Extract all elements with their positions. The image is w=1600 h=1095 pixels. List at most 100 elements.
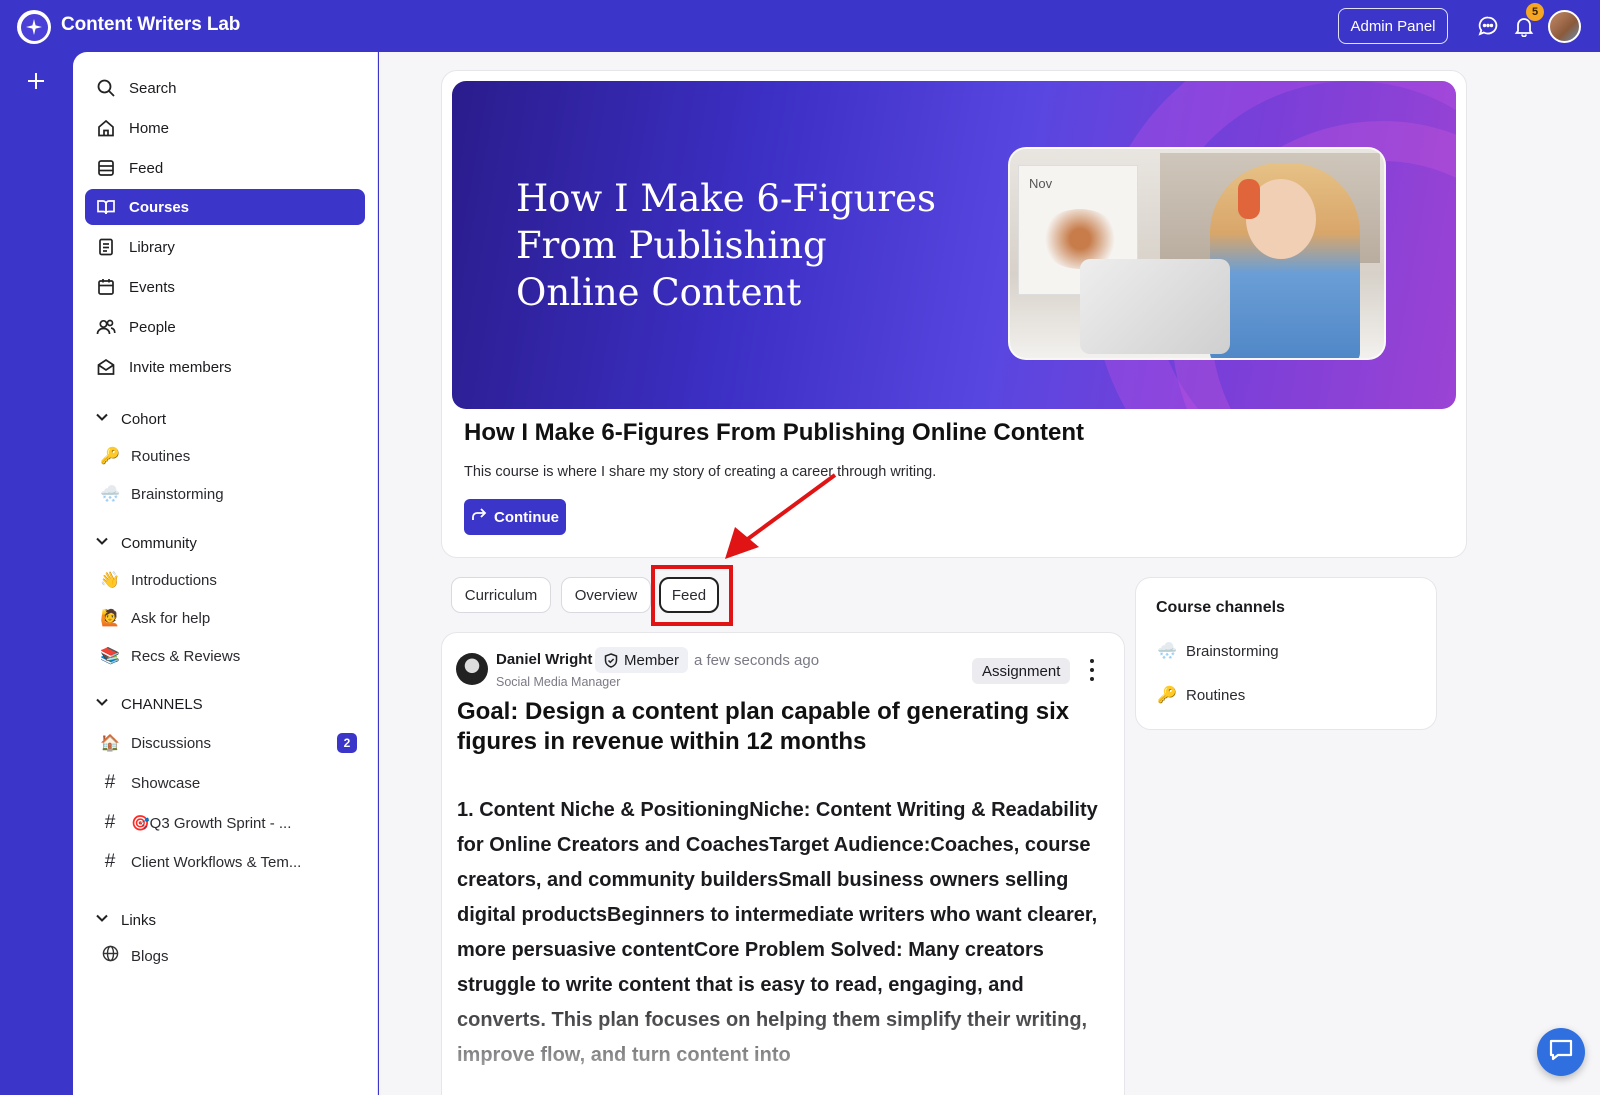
sidebar-item-label: Blogs (131, 947, 169, 965)
section-title: Links (121, 911, 157, 929)
course-channel-routines[interactable]: 🔑 Routines (1156, 682, 1245, 708)
sidebar-item-label: Search (129, 79, 177, 97)
sidebar-item-label: Client Workflows & Tem... (131, 853, 302, 871)
calendar-icon (95, 276, 117, 298)
sidebar-item-label: Ask for help (131, 609, 211, 627)
feed-icon (95, 157, 117, 179)
calendar-month-label: Nov (1029, 176, 1053, 191)
raised-hand-icon: 🙋 (100, 610, 120, 627)
sidebar-item-feed[interactable]: Feed (85, 150, 365, 186)
sidebar-item-invite-members[interactable]: Invite members (85, 349, 365, 385)
section-cohort-toggle[interactable]: Cohort (95, 410, 166, 428)
course-channel-brainstorming[interactable]: 🌨️ Brainstorming (1156, 638, 1279, 664)
sidebar-item-label: Routines (131, 447, 191, 465)
chevron-down-icon (95, 695, 111, 713)
post-timestamp: a few seconds ago (694, 652, 820, 669)
course-description: This course is where I share my story of… (464, 464, 937, 480)
sidebar-item-label: Recs & Reviews (131, 647, 241, 665)
forward-arrow-icon (471, 508, 487, 526)
sidebar-item-events[interactable]: Events (85, 269, 365, 305)
post-title: Goal: Design a content plan capable of g… (457, 698, 1070, 755)
continue-button[interactable]: Continue (464, 499, 566, 535)
top-bar: Content Writers Lab Admin Panel 5 (0, 0, 1600, 52)
chevron-down-icon (95, 911, 111, 929)
sidebar-item-search[interactable]: Search (85, 70, 365, 106)
key-icon: 🔑 (100, 448, 120, 465)
mail-icon (95, 356, 117, 378)
sidebar-item-recs-reviews[interactable]: 📚 Recs & Reviews (99, 641, 369, 671)
content-fade-overlay (442, 993, 1124, 1095)
channel-label: Brainstorming (1186, 642, 1279, 660)
annotation-arrow (725, 473, 837, 559)
sidebar-item-label: Feed (129, 159, 164, 177)
library-icon (95, 236, 117, 258)
add-icon[interactable] (24, 70, 48, 94)
sidebar-item-client-workflows[interactable]: # Client Workflows & Tem... (99, 847, 369, 877)
sidebar-item-showcase[interactable]: # Showcase (99, 768, 369, 798)
section-community-toggle[interactable]: Community (95, 534, 197, 552)
app-title[interactable]: Content Writers Lab (61, 14, 240, 36)
chat-bubble-icon (1548, 1038, 1574, 1067)
tab-overview[interactable]: Overview (561, 577, 651, 613)
sidebar-item-label: Events (129, 278, 175, 296)
banner-photo: Nov (1008, 147, 1386, 360)
books-icon: 📚 (100, 648, 120, 665)
course-hero-card: How I Make 6-Figures From Publishing Onl… (441, 70, 1467, 558)
section-channels-toggle[interactable]: CHANNELS (95, 695, 203, 713)
cloud-snow-icon: 🌨️ (100, 486, 120, 503)
sidebar-item-home[interactable]: Home (85, 110, 365, 146)
course-channels-card: Course channels 🌨️ Brainstorming 🔑 Routi… (1135, 577, 1437, 730)
sidebar-item-courses[interactable]: Courses (85, 189, 365, 225)
member-label: Member (624, 651, 680, 669)
main-content: How I Make 6-Figures From Publishing Onl… (379, 52, 1600, 1095)
annotation-highlight-box (651, 565, 733, 626)
section-title: Cohort (121, 410, 167, 428)
course-title: How I Make 6-Figures From Publishing Onl… (464, 419, 1085, 446)
chat-icon[interactable] (1476, 14, 1500, 38)
wave-icon: 👋 (100, 572, 120, 589)
notification-count-badge: 5 (1526, 3, 1544, 21)
course-banner: How I Make 6-Figures From Publishing Onl… (452, 81, 1456, 409)
home-icon (95, 117, 117, 139)
section-links-toggle[interactable]: Links (95, 911, 156, 929)
user-avatar[interactable] (1548, 10, 1581, 43)
sidebar-item-label: Introductions (131, 571, 217, 589)
laptop-icon (1080, 259, 1230, 354)
banner-title: How I Make 6-Figures From Publishing Onl… (516, 177, 937, 314)
sidebar-item-q3-growth-sprint[interactable]: # 🎯Q3 Growth Sprint - ... (99, 808, 369, 838)
assignment-tag: Assignment (972, 658, 1071, 684)
tab-curriculum[interactable]: Curriculum (451, 577, 551, 613)
sidebar-item-label: Home (129, 119, 170, 137)
support-chat-button[interactable] (1537, 1028, 1585, 1076)
sidebar-item-label: Brainstorming (131, 485, 224, 503)
unread-count-badge: 2 (337, 733, 357, 753)
app-logo[interactable] (17, 10, 51, 44)
sidebar-item-library[interactable]: Library (85, 229, 365, 265)
sidebar-item-label: People (129, 318, 176, 336)
sidebar-item-label: Invite members (129, 358, 232, 376)
sidebar: Search Home Feed Courses Library Events … (73, 52, 378, 1095)
globe-icon (99, 945, 121, 967)
author-avatar[interactable] (456, 653, 488, 685)
post-author[interactable]: Daniel Wright (496, 651, 592, 668)
chevron-down-icon (95, 534, 111, 552)
sidebar-item-blogs[interactable]: Blogs (99, 941, 369, 971)
sidebar-item-discussions[interactable]: 🏠 Discussions (99, 728, 369, 758)
section-title: Community (121, 534, 197, 552)
admin-panel-button[interactable]: Admin Panel (1338, 8, 1448, 44)
sidebar-item-brainstorming[interactable]: 🌨️ Brainstorming (99, 479, 369, 509)
sidebar-item-introductions[interactable]: 👋 Introductions (99, 565, 369, 595)
sidebar-item-routines[interactable]: 🔑 Routines (99, 441, 369, 471)
house-icon: 🏠 (100, 735, 120, 752)
sparkle-icon (20, 13, 48, 41)
member-badge: Member (595, 647, 689, 673)
chevron-down-icon (95, 410, 111, 428)
author-role: Social Media Manager (496, 675, 621, 689)
sidebar-item-people[interactable]: People (85, 309, 365, 345)
continue-label: Continue (494, 508, 559, 526)
feed-post-card: Daniel Wright Member a few seconds ago S… (441, 632, 1125, 1095)
sidebar-item-ask-for-help[interactable]: 🙋 Ask for help (99, 603, 369, 633)
course-channels-title: Course channels (1156, 599, 1285, 616)
more-options-icon[interactable] (1086, 659, 1098, 681)
hash-icon: # (104, 772, 116, 793)
